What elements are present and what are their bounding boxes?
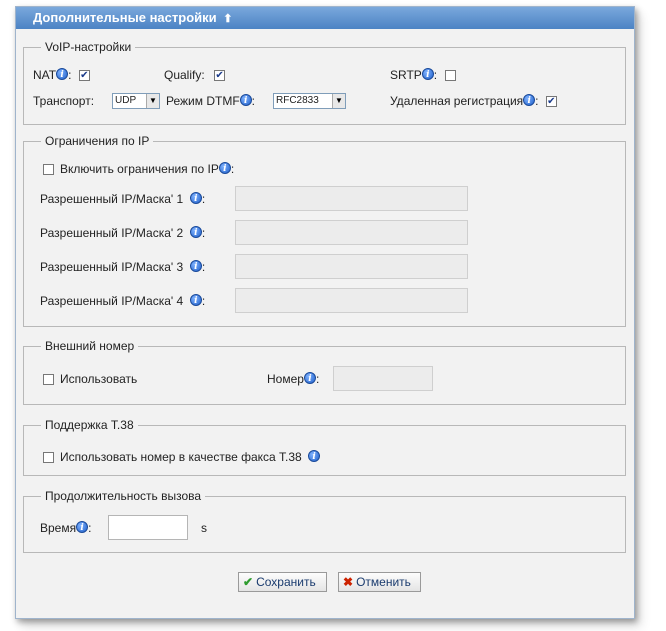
dtmf-label: Режим DTMF (166, 94, 240, 108)
srtp-row: SRTP i: (390, 68, 457, 83)
chevron-down-icon[interactable]: ▼ (332, 94, 345, 108)
ip-row-label: Разрешенный IP/Маска' 2 i: (40, 226, 205, 241)
colon: : (201, 226, 206, 240)
duration-unit: s (201, 521, 207, 535)
ip-row-number: 2 (176, 226, 184, 240)
info-icon[interactable]: i (523, 94, 536, 106)
colon: : (201, 294, 206, 308)
srtp-checkbox[interactable] (445, 70, 457, 82)
ip-row-label: Разрешенный IP/Маска' 1 i: (40, 192, 205, 207)
qualify-checkbox[interactable]: ✔ (214, 70, 226, 82)
colon: : (68, 68, 72, 82)
ip-row-number: 4 (176, 294, 184, 308)
section-header[interactable]: Дополнительные настройки ⬆︎ (16, 7, 634, 29)
ip-row-label: Разрешенный IP/Маска' 3 i: (40, 260, 205, 275)
info-icon[interactable]: i (56, 68, 69, 80)
srtp-label: SRTP (390, 68, 422, 82)
transport-select[interactable]: UDP ▼ (112, 93, 160, 109)
ext-number-input[interactable] (333, 366, 433, 391)
colon: : (88, 521, 92, 535)
t38-row: Использовать номер в качестве факса T.38… (43, 450, 321, 465)
checkmark-icon: ✔ (243, 575, 254, 589)
ip-mask-input-3[interactable] (235, 254, 468, 279)
close-icon: ✖ (343, 575, 354, 589)
ip-row-number: 3 (176, 260, 184, 274)
ip-mask-input-2[interactable] (235, 220, 468, 245)
advanced-settings-panel: Дополнительные настройки ⬆︎ VoIP-настрой… (15, 6, 635, 619)
dtmf-value: RFC2833 (276, 95, 319, 106)
voip-settings-group: VoIP-настройки NAT i: ✔ Qualify: ✔ SRTP i:… (23, 40, 626, 125)
info-icon[interactable]: i (189, 226, 202, 238)
call-duration-group: Продолжительность вызова Время i: s (23, 489, 626, 553)
ext-use-checkbox[interactable] (43, 374, 54, 386)
ext-legend: Внешний номер (41, 339, 139, 354)
colon: : (201, 260, 206, 274)
nat-row: NAT i: ✔ (33, 68, 90, 83)
colon: : (230, 162, 235, 176)
double-chevron-up-icon[interactable]: ⬆︎ (223, 13, 232, 25)
remote-registration-checkbox[interactable]: ✔ (545, 96, 557, 108)
transport-value: UDP (115, 95, 137, 106)
ip-mask-input-4[interactable] (235, 288, 468, 313)
dtmf-select[interactable]: RFC2833 ▼ (273, 93, 346, 109)
t38-group: Поддержка T.38 Использовать номер в каче… (23, 418, 626, 476)
section-title: Дополнительные настройки (33, 10, 217, 25)
duration-time-label: Время (40, 521, 77, 535)
colon: : (433, 68, 438, 82)
remote-registration-label: Удаленная регистрация (390, 94, 524, 108)
info-icon[interactable]: i (421, 68, 434, 80)
save-button[interactable]: ✔ Сохранить (238, 572, 327, 592)
ip-label-text: Разрешенный IP/Маска' (40, 226, 174, 240)
colon: : (535, 94, 539, 108)
info-icon[interactable]: i (308, 450, 321, 462)
info-icon[interactable]: i (189, 260, 202, 272)
ip-label-text: Разрешенный IP/Маска' (40, 260, 174, 274)
ext-number-label: Номер (267, 372, 304, 386)
duration-time-input[interactable] (108, 515, 188, 540)
nat-label: NAT (33, 68, 57, 82)
transport-label: Транспорт: (33, 94, 95, 108)
ip-label-text: Разрешенный IP/Маска' (40, 294, 174, 308)
remote-registration-row: Удаленная регистрация i: ✔ (390, 94, 557, 109)
ip-enable-checkbox[interactable] (43, 164, 54, 176)
ip-enable-row: Включить ограничения по IP i: (43, 162, 234, 177)
colon: : (315, 372, 320, 386)
t38-fax-checkbox[interactable] (43, 452, 54, 464)
info-icon[interactable]: i (303, 372, 316, 384)
dtmf-row: Режим DTMF i: (166, 94, 255, 109)
ip-restrictions-group: Ограничения по IP Включить ограничения п… (23, 134, 626, 327)
ip-legend: Ограничения по IP (41, 134, 154, 149)
duration-legend: Продолжительность вызова (41, 489, 206, 504)
qualify-row: Qualify: ✔ (164, 68, 226, 83)
voip-legend: VoIP-настройки (41, 40, 136, 55)
external-number-group: Внешний номер Использовать Номер i: (23, 339, 626, 405)
qualify-label: Qualify: (164, 68, 205, 82)
info-icon[interactable]: i (218, 162, 231, 174)
chevron-down-icon[interactable]: ▼ (146, 94, 159, 108)
ext-use-label: Использовать (60, 372, 138, 386)
ext-number-row: Номер i: (267, 372, 319, 387)
info-icon[interactable]: i (239, 94, 252, 106)
ip-row-number: 1 (176, 192, 184, 206)
info-icon[interactable]: i (76, 521, 89, 533)
cancel-label: Отменить (356, 575, 411, 589)
ip-enable-label: Включить ограничения по IP (60, 162, 219, 176)
info-icon[interactable]: i (189, 294, 202, 306)
info-icon[interactable]: i (189, 192, 202, 204)
ip-row-label: Разрешенный IP/Маска' 4 i: (40, 294, 205, 309)
t38-fax-label: Использовать номер в качестве факса T.38 (60, 450, 302, 464)
t38-legend: Поддержка T.38 (41, 418, 138, 433)
save-label: Сохранить (256, 575, 316, 589)
duration-time-row: Время i: (40, 521, 91, 536)
colon: : (201, 192, 206, 206)
ext-use-row: Использовать (43, 372, 137, 387)
colon: : (251, 94, 255, 108)
nat-checkbox[interactable]: ✔ (78, 70, 90, 82)
ip-mask-input-1[interactable] (235, 186, 468, 211)
cancel-button[interactable]: ✖ Отменить (338, 572, 421, 592)
ip-label-text: Разрешенный IP/Маска' (40, 192, 174, 206)
